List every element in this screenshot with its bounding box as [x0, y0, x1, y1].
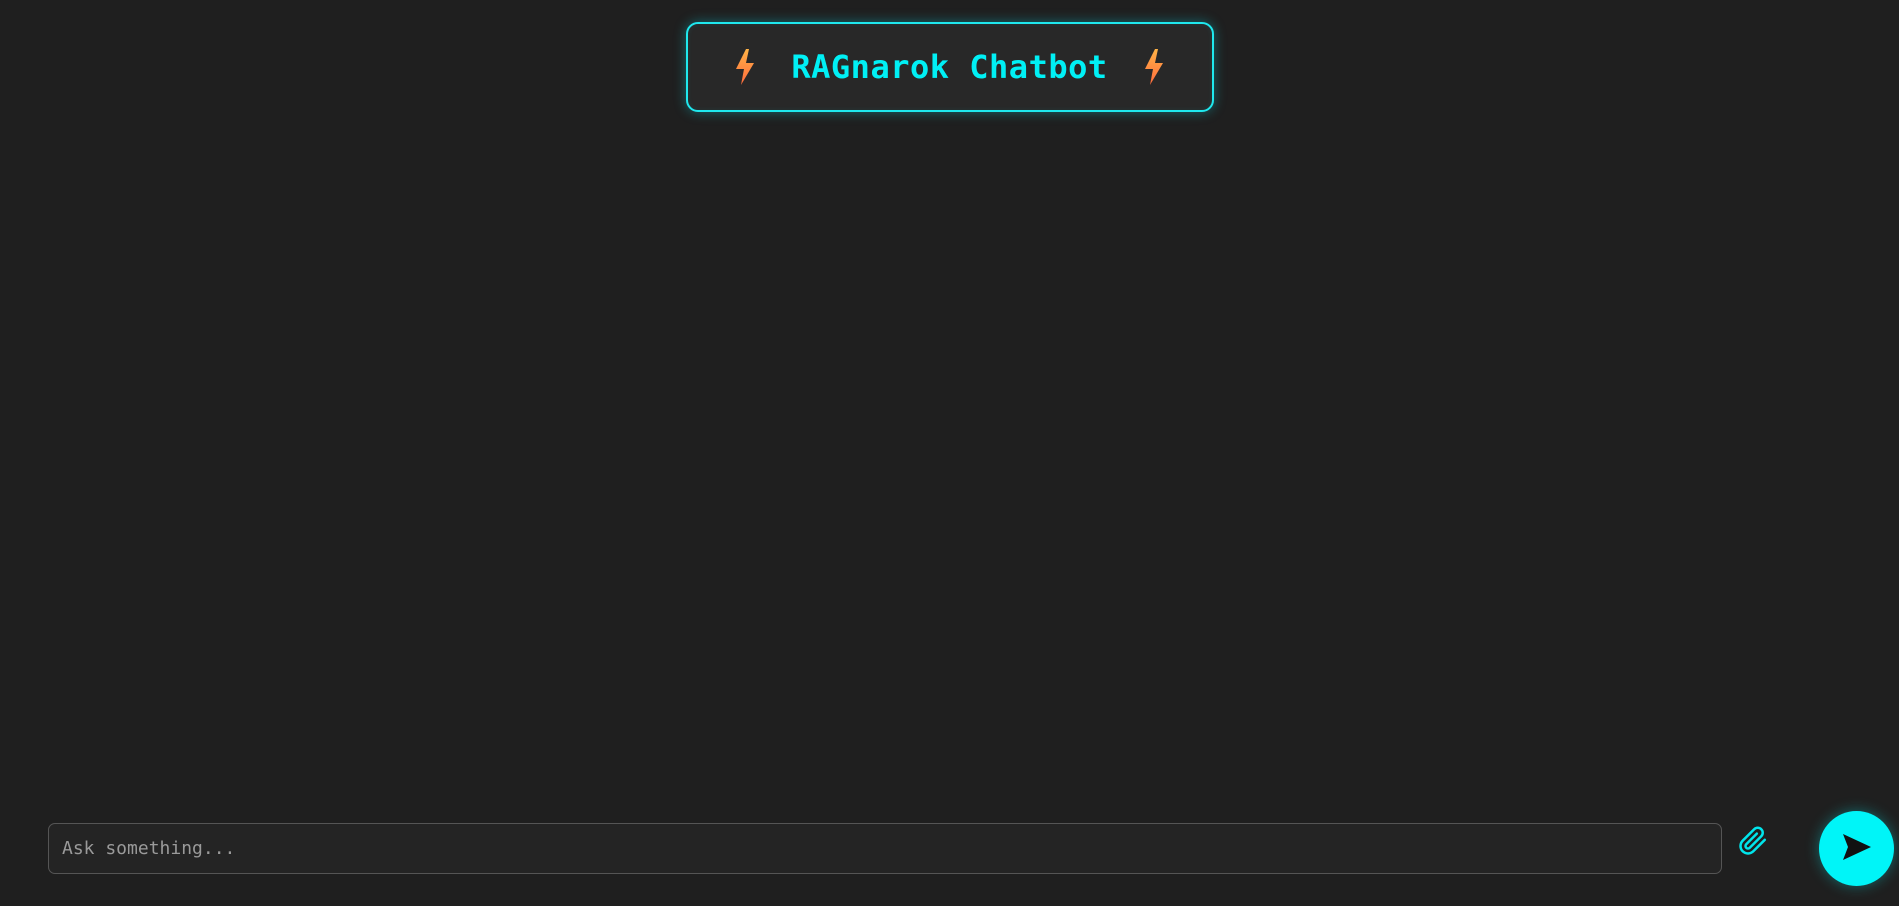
send-button[interactable]: [1819, 811, 1894, 886]
send-arrow-icon: [1842, 833, 1872, 865]
message-input-container[interactable]: [48, 823, 1722, 874]
page-title: RAGnarok Chatbot: [791, 48, 1108, 86]
attach-button[interactable]: [1736, 826, 1770, 860]
message-list: [48, 130, 1851, 800]
chat-app: RAGnarok Chatbot: [0, 0, 1899, 906]
header: RAGnarok Chatbot: [0, 22, 1899, 112]
lightning-bolt-icon: [733, 48, 757, 86]
paperclip-icon: [1738, 826, 1768, 860]
lightning-bolt-icon: [1142, 48, 1166, 86]
title-banner: RAGnarok Chatbot: [685, 22, 1214, 112]
message-input[interactable]: [62, 838, 1708, 859]
